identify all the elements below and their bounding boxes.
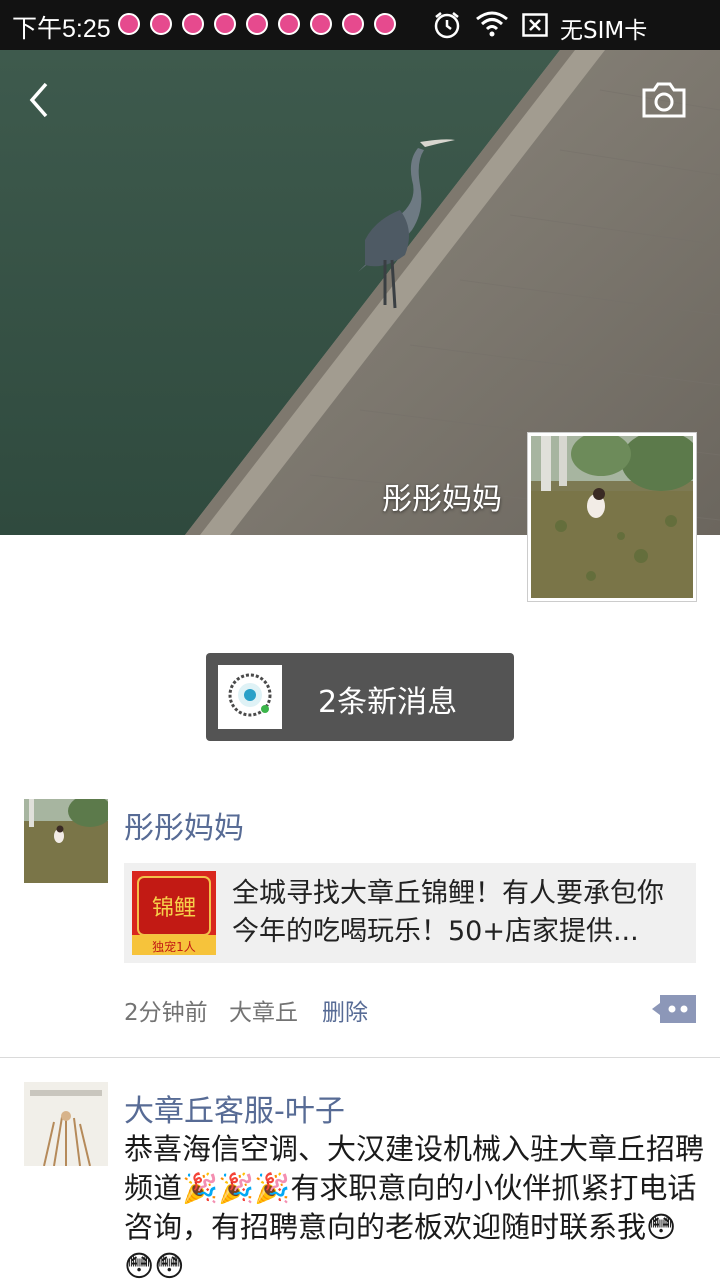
notification-icon (342, 13, 364, 35)
post-author-name[interactable]: 彤彤妈妈 (124, 803, 244, 847)
camera-icon[interactable] (638, 78, 690, 122)
link-title: 全城寻找大章丘锦鲤！有人要承包你今年的吃喝玩乐！50+店家提供... (232, 878, 664, 947)
status-bar: 下午5:25 无SIM卡 (0, 0, 720, 50)
comment-options-icon[interactable] (652, 993, 696, 1025)
avatar-image (531, 431, 701, 598)
status-time: 下午5:25 (12, 15, 111, 43)
link-thumbnail: 锦鲤 独宠1人 (132, 871, 216, 955)
new-messages-button[interactable]: 2条新消息 (206, 653, 514, 741)
notification-icon (246, 13, 268, 35)
alarm-icon (434, 12, 460, 39)
no-sim-icon (522, 13, 548, 37)
profile-avatar[interactable] (528, 431, 701, 601)
post-divider (0, 1057, 720, 1058)
notification-icon (118, 13, 140, 35)
notification-icon (182, 13, 204, 35)
notification-icon (278, 13, 300, 35)
wifi-icon (476, 11, 508, 37)
qr-avatar-icon (218, 665, 282, 729)
notification-icon (310, 13, 332, 35)
notification-icon (150, 13, 172, 35)
profile-name: 彤彤妈妈 (382, 482, 502, 517)
notification-icon (374, 13, 396, 35)
post-location[interactable]: 大章丘 (229, 993, 298, 1027)
shared-link-card[interactable]: 锦鲤 独宠1人 全城寻找大章丘锦鲤！有人要承包你今年的吃喝玩乐！50+店家提供.… (124, 863, 696, 963)
avatar-image (24, 1082, 108, 1166)
back-arrow-icon[interactable] (18, 78, 62, 122)
post-author-avatar[interactable] (24, 799, 108, 883)
post-author-avatar[interactable] (24, 1082, 108, 1166)
link-thumbnail-text: 锦鲤 (152, 896, 196, 921)
avatar-image (24, 799, 108, 883)
new-messages-label: 2条新消息 (318, 685, 458, 720)
notification-icons (118, 13, 396, 35)
link-thumbnail-subtext: 独宠1人 (152, 939, 196, 954)
delete-button[interactable]: 删除 (322, 993, 368, 1027)
post-author-name[interactable]: 大章丘客服-叶子 (124, 1086, 345, 1130)
carrier-text: 无SIM卡 (560, 18, 648, 44)
notification-icon (214, 13, 236, 35)
post-time: 2分钟前 (124, 1000, 208, 1026)
post-text: 恭喜海信空调、大汉建设机械入驻大章丘招聘频道🎉🎉🎉有求职意向的小伙伴抓紧打电话咨… (124, 1132, 705, 1283)
